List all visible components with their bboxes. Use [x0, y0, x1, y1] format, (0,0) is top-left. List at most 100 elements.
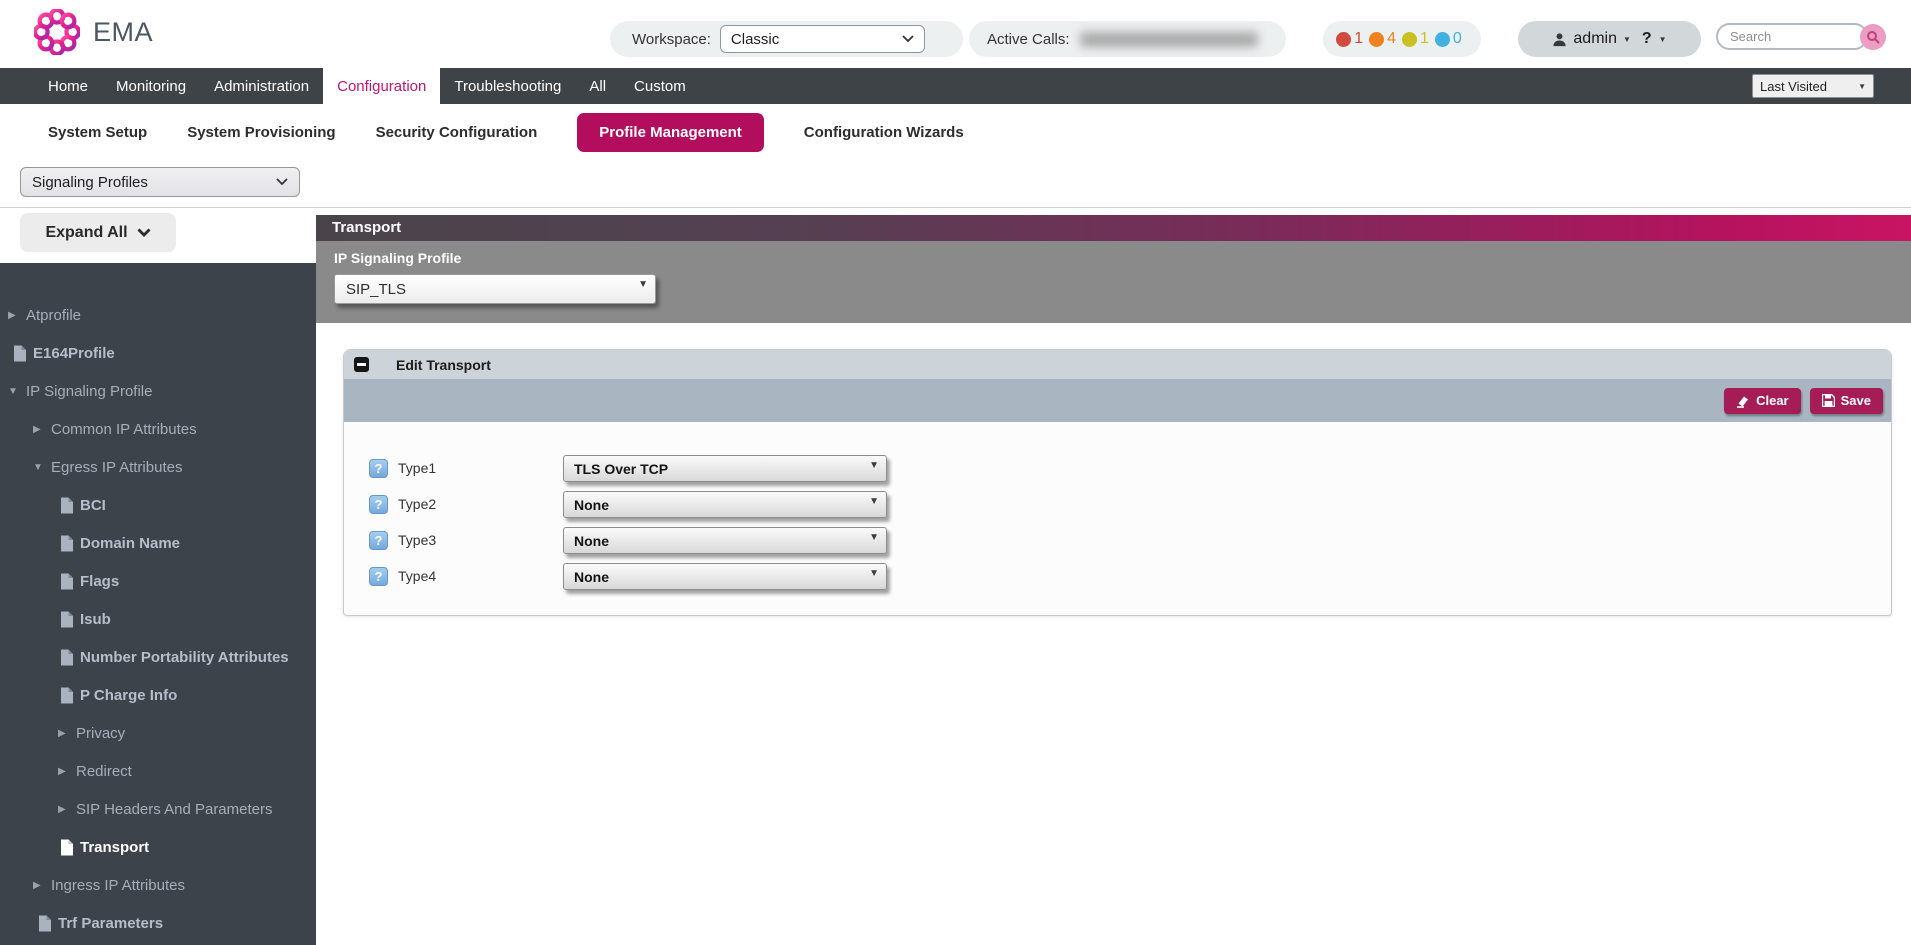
subnav-item-profile-management[interactable]: Profile Management — [577, 113, 764, 152]
nav-item-administration[interactable]: Administration — [200, 68, 323, 104]
help-menu-button[interactable]: ? ▼ — [1642, 30, 1667, 48]
tree-item-ip-signaling-profile[interactable]: ▼IP Signaling Profile — [0, 372, 316, 410]
page-title: Transport — [332, 219, 401, 236]
tree-item-bci[interactable]: BCI — [0, 486, 316, 524]
collapsed-arrow-icon: ▶ — [58, 766, 76, 777]
search-input[interactable] — [1716, 23, 1868, 50]
tree-item-label: Atprofile — [26, 307, 81, 324]
nav-item-configuration[interactable]: Configuration — [323, 68, 440, 104]
tree-item-p-charge-info[interactable]: P Charge Info — [0, 676, 316, 714]
tree-item-label: Redirect — [76, 763, 132, 780]
tree-item-e164profile[interactable]: E164Profile — [0, 334, 316, 372]
field-select-type2[interactable]: None▼ — [563, 491, 887, 518]
file-icon — [60, 649, 74, 666]
last-visited-select[interactable]: Last Visited ▼ — [1752, 74, 1874, 98]
user-pill: admin ▼ ? ▼ — [1518, 21, 1701, 57]
file-icon — [60, 687, 74, 704]
help-icon[interactable]: ? — [369, 459, 388, 478]
clear-button[interactable]: Clear — [1724, 388, 1801, 414]
nav-item-all[interactable]: All — [575, 68, 620, 104]
major-dot-icon — [1369, 32, 1384, 47]
expand-all-label: Expand All — [45, 224, 127, 242]
subnav-item-configuration-wizards[interactable]: Configuration Wizards — [804, 124, 964, 141]
active-calls-value-redacted — [1080, 32, 1258, 47]
config-subnav: System Setup System Provisioning Security … — [0, 104, 1911, 160]
ip-signaling-profile-label: IP Signaling Profile — [334, 250, 461, 266]
tree-item-egress-ip-attributes[interactable]: ▼Egress IP Attributes — [0, 448, 316, 486]
save-button[interactable]: Save — [1810, 388, 1883, 414]
main-navbar: HomeMonitoringAdministrationConfiguratio… — [0, 68, 1911, 104]
nav-item-home[interactable]: Home — [34, 68, 102, 104]
chevron-down-icon — [902, 35, 914, 43]
tree-item-label: Isub — [80, 611, 111, 628]
subnav-item-system-setup[interactable]: System Setup — [48, 124, 147, 141]
profile-type-value: Signaling Profiles — [32, 174, 148, 191]
workspace-select[interactable]: Classic — [720, 25, 925, 53]
top-header: EMA Workspace: Classic Active Calls: 141… — [0, 0, 1911, 68]
caret-down-icon: ▼ — [1858, 82, 1866, 91]
tree-item-label: E164Profile — [33, 345, 115, 362]
tree-item-domain-name[interactable]: Domain Name — [0, 524, 316, 562]
tree-item-ingress-ip-attributes[interactable]: ▶Ingress IP Attributes — [0, 866, 316, 904]
help-icon[interactable]: ? — [369, 531, 388, 550]
tree-item-atprofile[interactable]: ▶Atprofile — [0, 296, 316, 334]
caret-down-icon: ▼ — [638, 279, 648, 290]
panel-toolbar: Clear Save — [344, 379, 1891, 422]
chevron-down-icon — [276, 178, 288, 186]
profile-tree: ▶AtprofileE164Profile▼IP Signaling Profi… — [0, 263, 316, 942]
field-select-type1[interactable]: TLS Over TCP▼ — [563, 455, 887, 482]
collapse-panel-button[interactable] — [354, 357, 369, 372]
tree-item-privacy[interactable]: ▶Privacy — [0, 714, 316, 752]
caret-down-icon: ▼ — [1659, 35, 1667, 44]
field-select-type3[interactable]: None▼ — [563, 527, 887, 554]
workspace-pill: Workspace: Classic — [610, 21, 963, 57]
user-menu-button[interactable]: admin ▼ — [1552, 30, 1631, 48]
field-label-type2: Type2 — [398, 491, 436, 518]
alarm-count-minor[interactable]: 1 — [1402, 30, 1429, 48]
tree-item-label: Egress IP Attributes — [51, 459, 182, 476]
expand-all-button[interactable]: Expand All — [20, 213, 176, 252]
tree-item-flags[interactable]: Flags — [0, 562, 316, 600]
caret-down-icon: ▼ — [869, 532, 879, 543]
person-icon — [1552, 32, 1567, 47]
file-icon — [60, 839, 74, 856]
tree-item-common-ip-attributes[interactable]: ▶Common IP Attributes — [0, 410, 316, 448]
minor-count: 1 — [1420, 30, 1429, 48]
tree-item-label: IP Signaling Profile — [26, 383, 152, 400]
alarm-count-info[interactable]: 0 — [1435, 30, 1462, 48]
subnav-item-security-configuration[interactable]: Security Configuration — [376, 124, 538, 141]
nav-item-custom[interactable]: Custom — [620, 68, 700, 104]
subnav-item-system-provisioning[interactable]: System Provisioning — [187, 124, 335, 141]
tree-item-trf-parameters[interactable]: Trf Parameters — [0, 904, 316, 942]
expanded-arrow-icon: ▼ — [8, 386, 26, 397]
ip-signaling-profile-select[interactable]: SIP_TLS ▼ — [334, 274, 656, 304]
minor-dot-icon — [1402, 32, 1417, 47]
search-button[interactable] — [1860, 24, 1886, 50]
file-icon — [60, 611, 74, 628]
help-icon[interactable]: ? — [369, 495, 388, 514]
tree-item-label: Number Portability Attributes — [80, 649, 289, 666]
search-area — [1716, 23, 1888, 51]
help-icon[interactable]: ? — [369, 567, 388, 586]
tree-item-sip-headers-and-parameters[interactable]: ▶SIP Headers And Parameters — [0, 790, 316, 828]
alarm-count-major[interactable]: 4 — [1369, 30, 1396, 48]
profile-type-select[interactable]: Signaling Profiles — [20, 167, 300, 197]
field-select-type4[interactable]: None▼ — [563, 563, 887, 590]
alarm-status-pill: 1410 — [1323, 21, 1481, 57]
nav-item-troubleshooting[interactable]: Troubleshooting — [440, 68, 575, 104]
help-label: ? — [1642, 30, 1652, 48]
tree-item-label: Domain Name — [80, 535, 180, 552]
form-row-type2: ? Type2 None▼ — [344, 491, 1891, 518]
nav-item-monitoring[interactable]: Monitoring — [102, 68, 200, 104]
workspace-label: Workspace: — [632, 31, 711, 48]
tree-item-isub[interactable]: Isub — [0, 600, 316, 638]
field-value: None — [574, 569, 609, 585]
alarm-count-critical[interactable]: 1 — [1336, 30, 1363, 48]
tree-item-redirect[interactable]: ▶Redirect — [0, 752, 316, 790]
critical-dot-icon — [1336, 32, 1351, 47]
tree-item-label: Trf Parameters — [58, 915, 163, 932]
tree-item-number-portability-attributes[interactable]: Number Portability Attributes — [0, 638, 316, 676]
tree-item-transport[interactable]: Transport — [0, 828, 316, 866]
workspace-select-value: Classic — [731, 31, 779, 48]
profile-selector-band: IP Signaling Profile SIP_TLS ▼ — [316, 241, 1911, 323]
